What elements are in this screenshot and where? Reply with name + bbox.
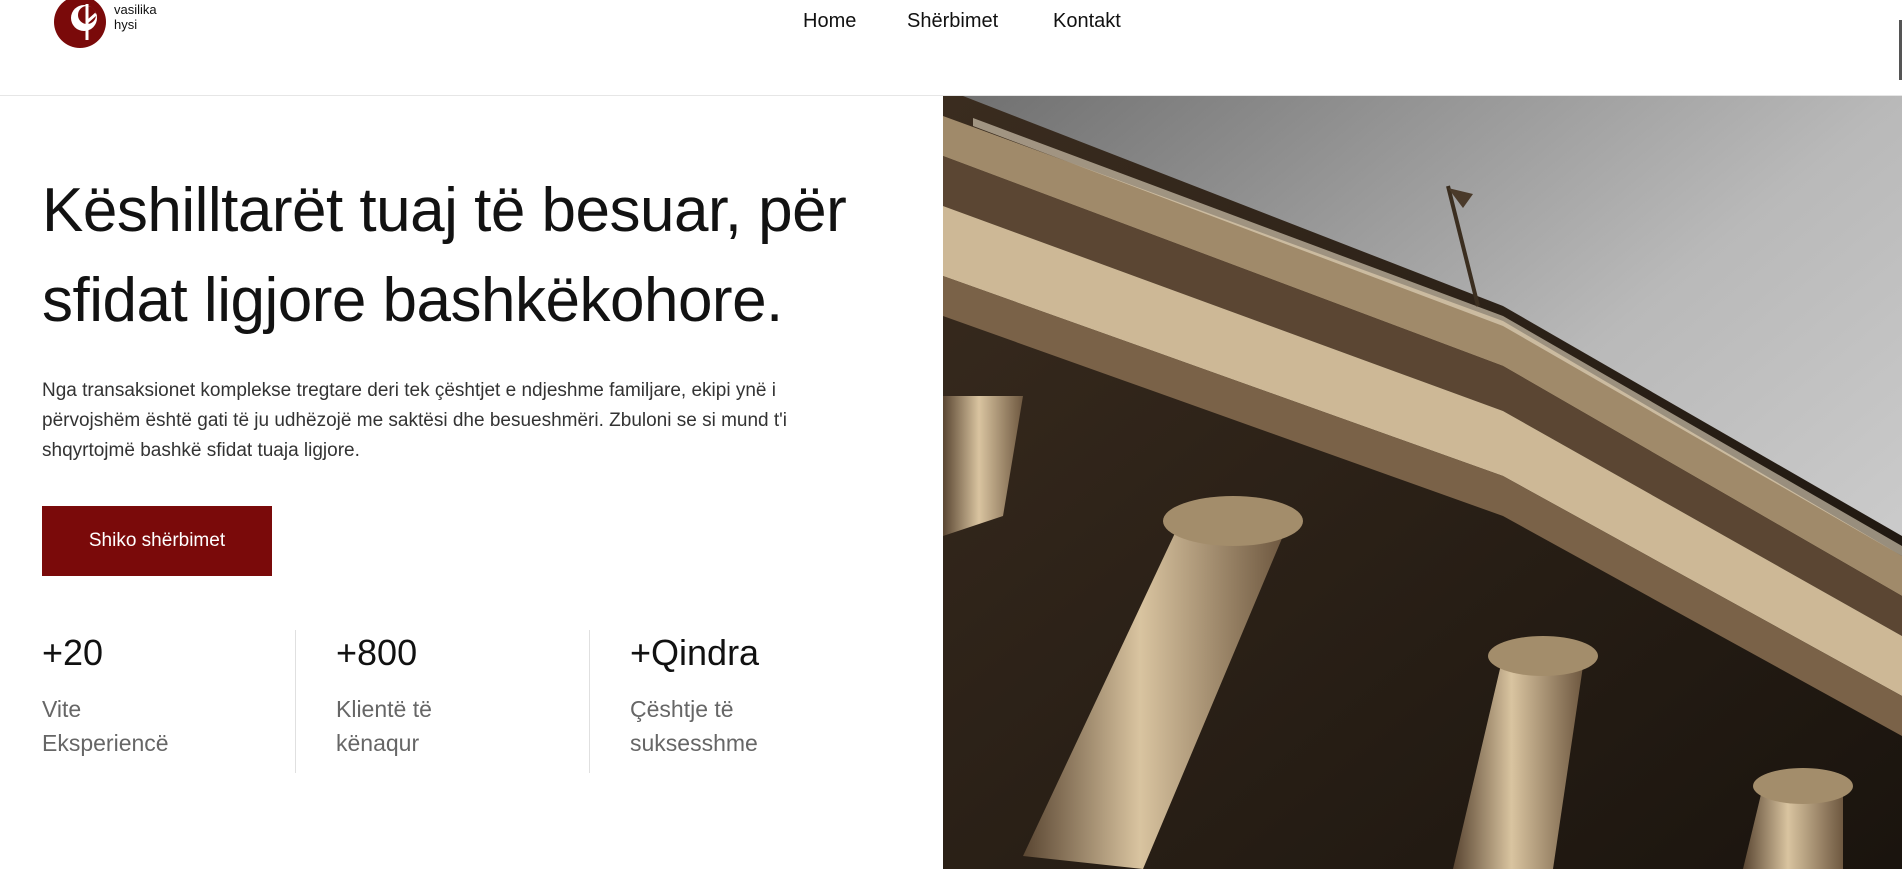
- main-nav: Home Shërbimet Kontakt: [0, 10, 1902, 34]
- stat-clients: +800 Klientë të kënaqur: [294, 630, 588, 773]
- hero-title: Këshilltarët tuaj të besuar, për sfidat …: [42, 176, 847, 335]
- stat-divider: [295, 630, 296, 773]
- stat-label: Vite Eksperiencë: [42, 696, 169, 756]
- nav-link-home[interactable]: Home: [803, 10, 856, 33]
- stat-label: Çështje të suksesshme: [630, 696, 758, 756]
- neoclassical-building-image: [943, 96, 1902, 869]
- stat-number: +20: [42, 632, 104, 673]
- hero-image: [943, 96, 1902, 869]
- stat-label: Klientë të kënaqur: [336, 696, 432, 756]
- stat-cases: +Qindra Çështje të suksesshme: [588, 630, 888, 773]
- view-services-button[interactable]: Shiko shërbimet: [42, 506, 272, 576]
- stat-experience: +20 Vite Eksperiencë: [0, 630, 294, 773]
- stat-number: +Qindra: [630, 632, 760, 673]
- nav-link-services[interactable]: Shërbimet: [907, 10, 998, 33]
- site-header: vasilika hysi Home Shërbimet Kontakt: [0, 0, 1902, 96]
- stat-divider: [589, 630, 590, 773]
- stats-row: +20 Vite Eksperiencë +800 Klientë të kën…: [0, 630, 943, 773]
- stat-number: +800: [336, 632, 418, 673]
- nav-link-contact[interactable]: Kontakt: [1053, 10, 1121, 33]
- hero-description: Nga transaksionet komplekse tregtare der…: [42, 380, 788, 461]
